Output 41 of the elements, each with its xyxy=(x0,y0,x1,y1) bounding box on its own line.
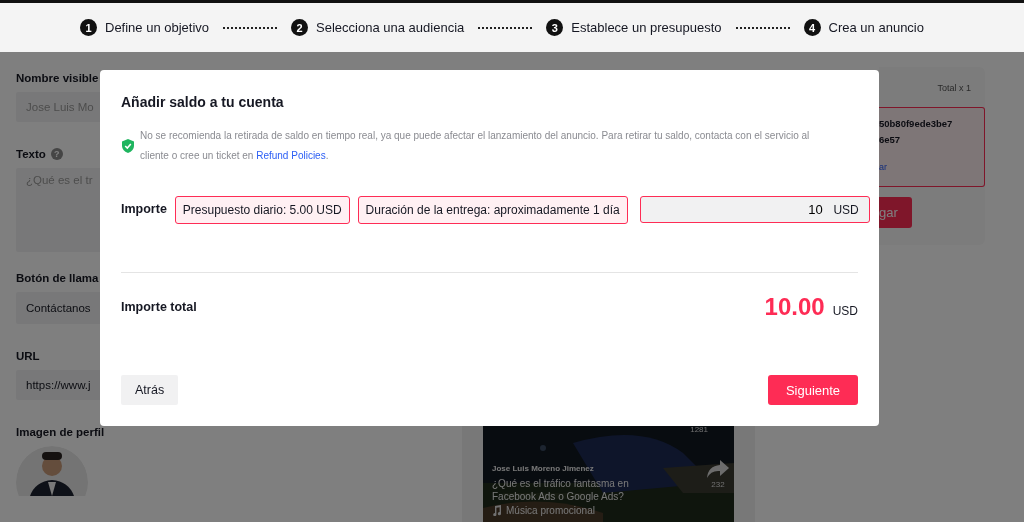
step-number: 1 xyxy=(80,19,97,36)
step-number: 3 xyxy=(546,19,564,36)
music-note-icon xyxy=(492,505,502,516)
field-label: Imagen de perfil xyxy=(16,426,105,438)
video-caption: ¿Qué es el tráfico fantasma en Facebook Ads o Google Ads? xyxy=(492,477,630,503)
total-label: Importe total xyxy=(121,300,197,314)
currency-unit: USD xyxy=(832,304,858,318)
author-name: Jose Luis Moreno Jimenez xyxy=(492,464,595,473)
notice-text: No se recomienda la retirada de saldo en tiempo real, ya que puede afectar el lanzamiento del anuncio. Para retirar tu saldo, contacta con el servicio al cliente o cree un ticket en Refund Policies. xyxy=(140,129,811,163)
help-icon: ? xyxy=(50,148,63,160)
dialog-title: Añadir saldo a tu cuenta xyxy=(121,94,285,110)
pay-button[interactable]: gar xyxy=(879,197,912,228)
step-number: 2 xyxy=(291,19,309,36)
share-count: 232 xyxy=(711,480,725,489)
total-amount: 10.00 xyxy=(764,293,825,321)
step-label: Define un objetivo xyxy=(105,20,210,35)
shield-check-icon xyxy=(122,139,134,153)
input-field[interactable]: https://www.j xyxy=(16,370,100,400)
refund-policies-link[interactable]: Refund Policies xyxy=(256,150,326,161)
step-number: 4 xyxy=(803,19,821,36)
share-icon xyxy=(706,459,730,479)
music-title: Música promocional xyxy=(506,505,595,516)
order-id: 6e57 xyxy=(879,133,902,147)
field-label: Nombre visible xyxy=(16,72,99,84)
step-label: Crea un anuncio xyxy=(828,20,924,35)
amount-label: Importe xyxy=(121,201,167,216)
like-count: 1281 xyxy=(690,425,708,434)
step-label: Establece un presupuesto xyxy=(571,20,722,35)
next-button[interactable]: Siguiente xyxy=(768,375,858,405)
field-label: URL xyxy=(16,350,40,362)
dropdown[interactable]: Contáctanos xyxy=(16,292,100,324)
info-tag: Presupuesto diario: 5.00 USD xyxy=(174,196,350,224)
step-label: Selecciona una audiencia xyxy=(316,20,465,35)
field-label: Texto xyxy=(16,148,46,160)
order-id: 50b80f9ede3be7 xyxy=(879,117,954,131)
info-tag: Duración de la entrega: aproximadamente 1 día xyxy=(357,196,628,224)
total-count: Total x 1 xyxy=(936,83,972,93)
link[interactable]: ar xyxy=(879,162,887,172)
currency-unit: USD xyxy=(833,203,859,217)
back-button[interactable]: Atrás xyxy=(121,375,179,405)
field-label: Botón de llama xyxy=(16,272,99,284)
